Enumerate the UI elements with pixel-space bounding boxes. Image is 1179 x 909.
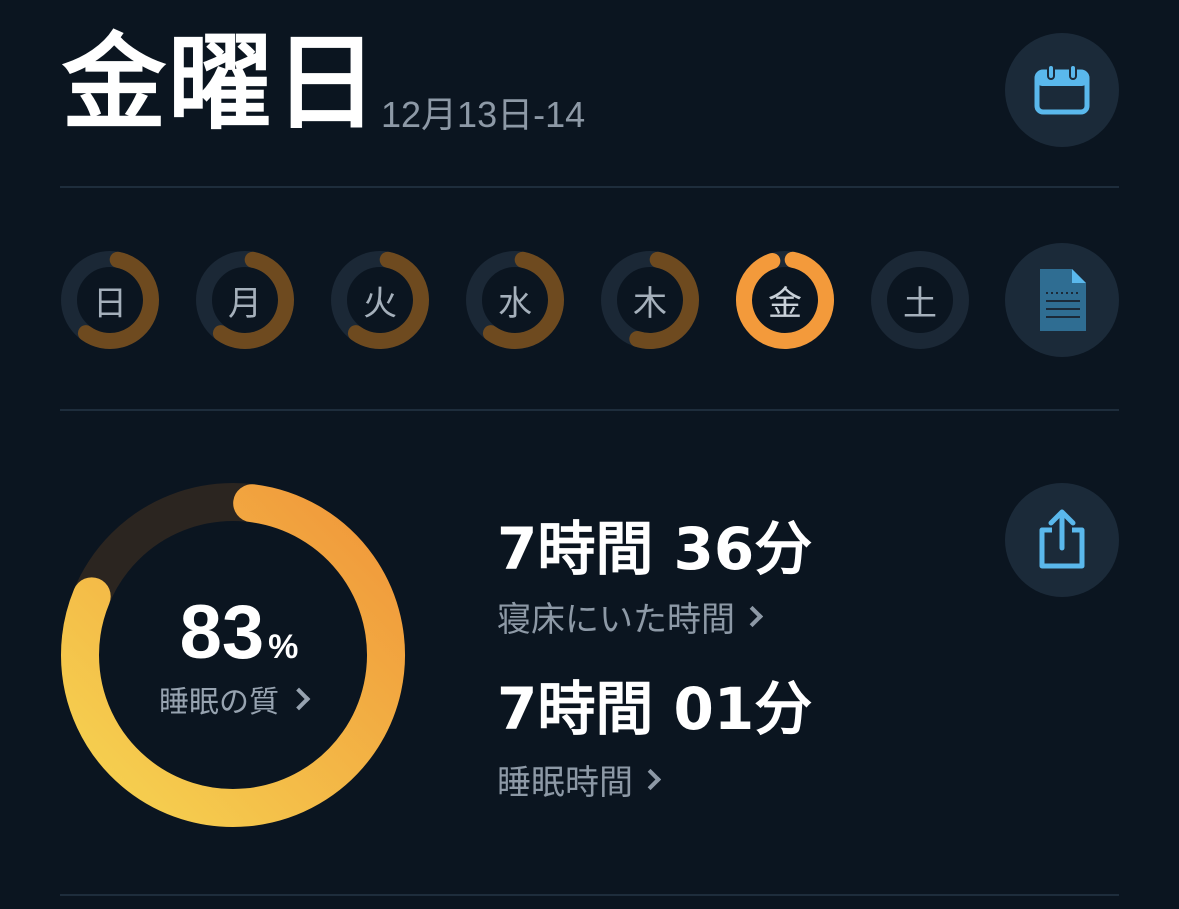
page-title: 金曜日 [62,22,381,144]
day-label: 木 [633,283,667,324]
day-label: 月 [228,283,262,324]
time-in-bed-link[interactable]: 寝床にいた時間 [497,592,764,641]
share-icon [1039,509,1085,569]
date-range: 12月13日-14 [381,94,586,135]
chevron-right-icon [741,605,764,628]
notes-button[interactable] [1005,243,1119,357]
day-ring-mon[interactable]: 月 [195,250,295,350]
day-ring-sun[interactable]: 日 [60,250,160,350]
chevron-right-icon [287,687,311,711]
time-in-bed-label: 寝床にいた時間 [497,600,735,640]
day-label: 土 [903,283,937,324]
quality-percent-value: 83 [179,590,265,675]
document-icon [1040,269,1086,331]
day-ring-sat[interactable]: 土 [870,250,970,350]
day-label: 火 [363,283,397,324]
sleep-time-label: 睡眠時間 [497,763,633,803]
day-ring-fri[interactable]: 金 [735,250,835,350]
share-button[interactable] [1005,483,1119,597]
day-ring-thu[interactable]: 木 [600,250,700,350]
day-label: 日 [93,283,127,324]
sleep-time-value: 7時間 01分 [497,675,813,743]
divider-bottom [60,894,1119,896]
chevron-right-icon [639,768,662,791]
day-ring-tue[interactable]: 火 [330,250,430,350]
sleep-time-link[interactable]: 睡眠時間 [497,755,662,804]
day-label: 金 [768,283,802,324]
time-in-bed-value: 7時間 36分 [497,515,813,583]
sleep-quality-ring[interactable]: 83 % 睡眠の質 [60,482,406,828]
sleep-quality-link[interactable]: 睡眠の質 [159,677,311,721]
day-ring-wed[interactable]: 水 [465,250,565,350]
calendar-button[interactable] [1005,33,1119,147]
sleep-quality-label: 睡眠の質 [159,685,279,720]
quality-percent-unit: % [268,628,299,666]
divider-top [60,186,1119,188]
day-label: 水 [498,283,532,324]
divider-middle [60,409,1119,411]
calendar-icon [1034,64,1090,115]
